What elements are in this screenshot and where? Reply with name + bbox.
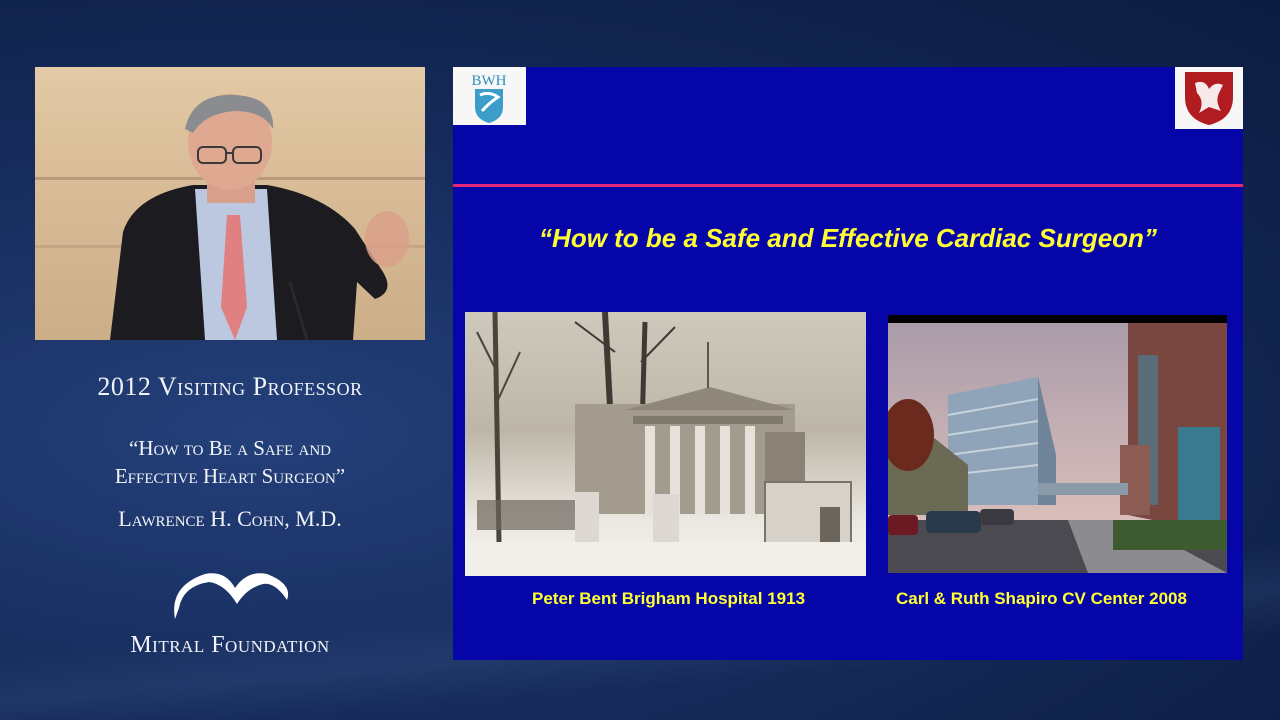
harvard-shield-icon [1175, 67, 1243, 129]
caption-cv-center: Carl & Ruth Shapiro CV Center 2008 [896, 589, 1187, 608]
lecture-title: 2012 Visiting Professor [97, 372, 363, 401]
presenter-name: Lawrence H. Cohn, M.D. [118, 506, 342, 531]
bwh-logo-icon: BWH [453, 67, 526, 125]
speaker-video [35, 67, 425, 340]
mitral-foundation-logo-icon [174, 573, 289, 619]
talk-title: “How to Be a Safe and Effective Heart Su… [35, 434, 425, 490]
caption-historic-hospital: Peter Bent Brigham Hospital 1913 [532, 589, 806, 608]
accent-rule [453, 184, 1243, 187]
speaker-figure [110, 94, 409, 340]
foundation-name: Mitral Foundation [130, 632, 330, 658]
presentation-slide: BWH “How to be a Safe and Effective Card… [453, 67, 1243, 660]
talk-title-line2: Effective Heart Surgeon” [114, 464, 346, 488]
historic-hospital-photo [465, 312, 866, 576]
talk-title-line1: “How to Be a Safe and [129, 436, 331, 460]
bwh-logo-text: BWH [472, 73, 507, 89]
slide-title: “How to be a Safe and Effective Cardiac … [539, 223, 1157, 253]
modern-cv-center-photo [888, 315, 1227, 573]
